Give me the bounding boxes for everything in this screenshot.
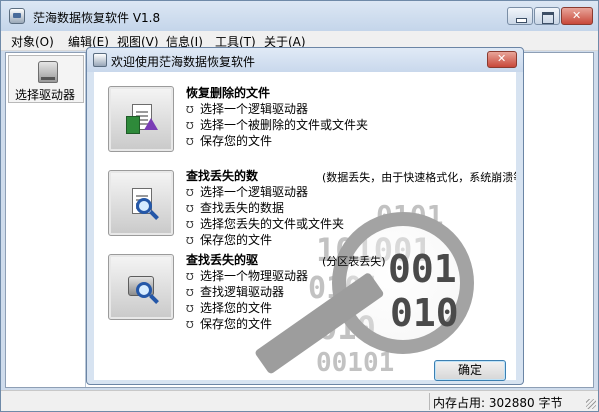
section-note-find-data: (数据丢失，由于快速格式化，系统崩溃等) (322, 171, 516, 184)
hard-drive-icon (38, 61, 58, 83)
resize-grip-icon[interactable] (586, 399, 596, 409)
search-drive-icon (126, 270, 159, 306)
list-item: Ʊ 选择一个逻辑驱动器 (186, 185, 309, 199)
title-bar: 茫海数据恢复软件 V1.8 (1, 1, 598, 31)
app-icon (9, 8, 25, 24)
section-title-find-data: 查找丢失的数 (186, 169, 259, 183)
menu-object[interactable]: 对象(O) (11, 33, 54, 50)
binary-watermark: 001 (388, 247, 457, 291)
list-item: Ʊ 选择您的文件 (186, 301, 273, 315)
section-steps-recover: Ʊ 选择一个逻辑驱动器 Ʊ 选择一个被删除的文件或文件夹 Ʊ 保存您的文件 (186, 100, 368, 148)
section-steps-find-data: Ʊ 选择一个逻辑驱动器 Ʊ 查找丢失的数据 Ʊ 选择您丢失的文件或文件夹 Ʊ 保存您的文… (186, 183, 344, 247)
binary-watermark: 010 (390, 291, 459, 335)
window-title: 茫海数据恢复软件 V1.8 (33, 11, 161, 25)
list-item: Ʊ 选择一个逻辑驱动器 (186, 102, 309, 116)
dialog-body: 0101 101001 0101 010 00101 001 010 恢复删除的… (94, 72, 516, 380)
dialog-title-bar: 欢迎使用茫海数据恢复软件 (87, 48, 523, 72)
status-bar: 内存占用: 302880 字节 (1, 390, 598, 411)
list-item: Ʊ 保存您的文件 (186, 233, 273, 247)
section-title-find-drive: 查找丢失的驱 (186, 253, 259, 267)
section-title-recover: 恢复删除的文件 (186, 86, 271, 100)
list-item: Ʊ 查找丢失的数据 (186, 201, 285, 215)
list-item: Ʊ 保存您的文件 (186, 317, 273, 331)
memory-usage: 内存占用: 302880 字节 (433, 396, 563, 410)
search-file-icon (126, 186, 159, 222)
dialog-app-icon (93, 53, 107, 67)
ok-button[interactable]: 确定 (434, 360, 506, 381)
minimize-button[interactable] (507, 7, 533, 25)
list-item: Ʊ 选择一个被删除的文件或文件夹 (186, 118, 369, 132)
find-lost-data-button[interactable] (108, 170, 174, 236)
list-item: Ʊ 选择一个物理驱动器 (186, 269, 309, 283)
binary-watermark: 00101 (316, 348, 395, 378)
section-note-find-drive: (分区表丢失) (322, 255, 386, 268)
list-item: Ʊ 查找逻辑驱动器 (186, 285, 285, 299)
dialog-title: 欢迎使用茫海数据恢复软件 (111, 55, 256, 69)
section-steps-find-drive: Ʊ 选择一个物理驱动器 Ʊ 查找逻辑驱动器 Ʊ 选择您的文件 Ʊ 保存您的文件 (186, 267, 308, 331)
select-drive-label: 选择驱动器 (15, 88, 76, 102)
welcome-dialog: 欢迎使用茫海数据恢复软件 0101 101001 0101 010 00101 … (86, 47, 524, 385)
list-item: Ʊ 保存您的文件 (186, 134, 273, 148)
close-button[interactable] (561, 7, 593, 25)
maximize-button[interactable] (534, 7, 560, 25)
status-separator (429, 393, 430, 410)
select-drive-button[interactable]: 选择驱动器 (8, 55, 84, 103)
list-item: Ʊ 选择您丢失的文件或文件夹 (186, 217, 345, 231)
sidebar: 选择驱动器 (6, 53, 86, 387)
recover-deleted-button[interactable] (108, 86, 174, 152)
dialog-close-button[interactable] (487, 51, 517, 68)
recover-file-icon (126, 102, 158, 138)
find-lost-drive-button[interactable] (108, 254, 174, 320)
